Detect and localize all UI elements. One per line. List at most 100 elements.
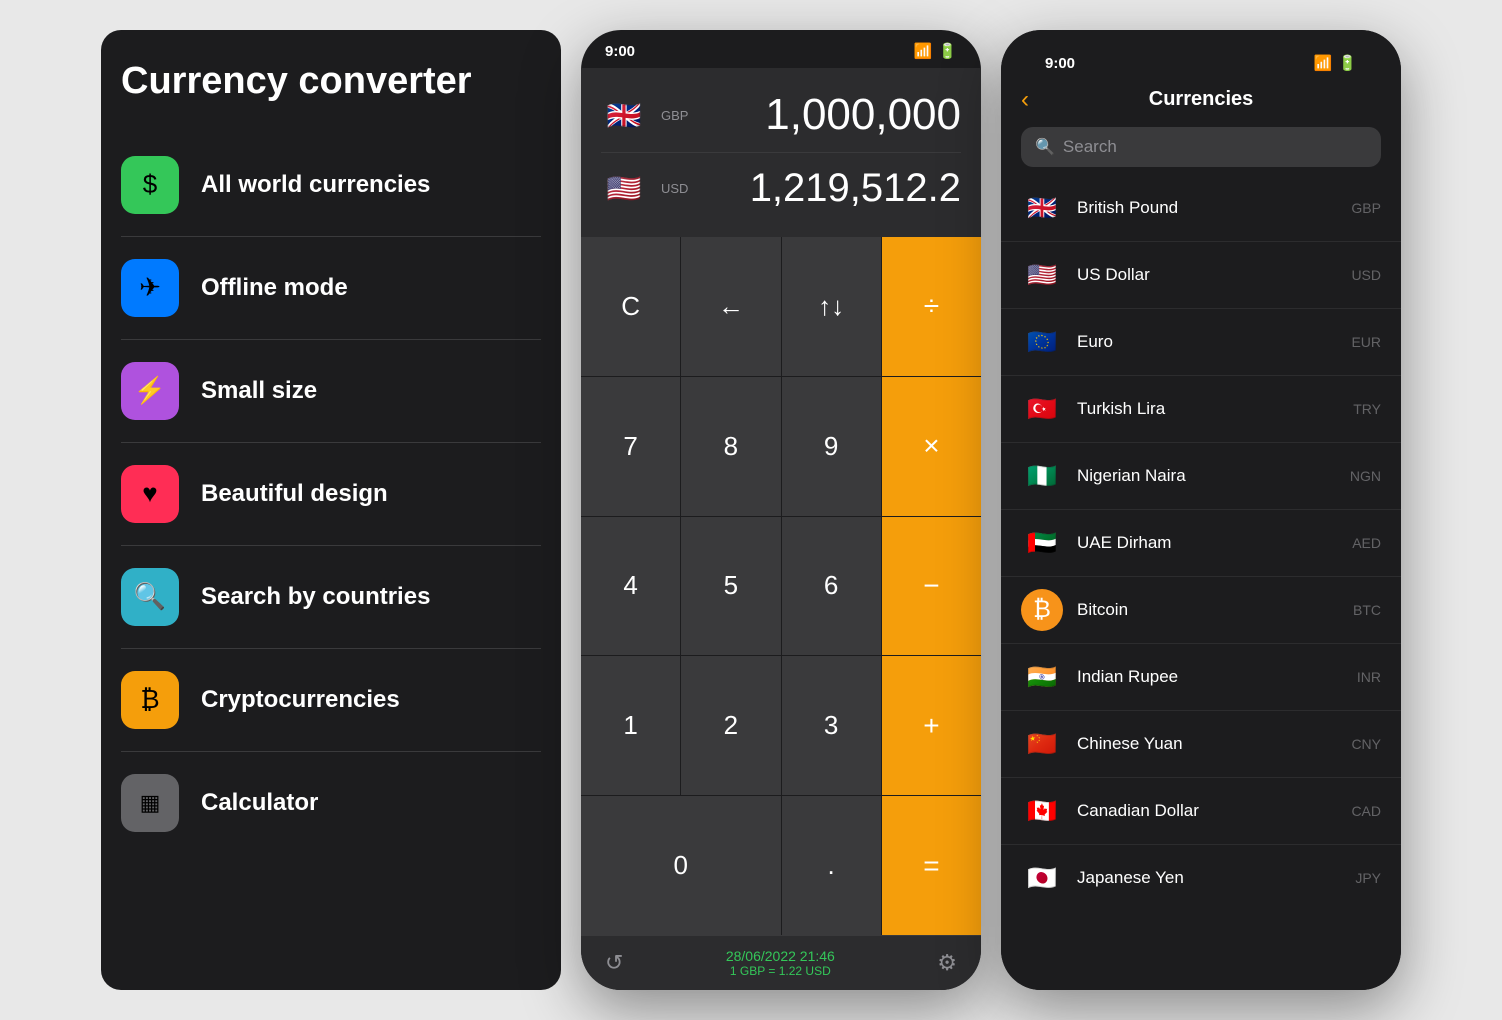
key-equals[interactable]: = bbox=[882, 796, 981, 935]
key-4[interactable]: 4 bbox=[581, 517, 680, 656]
currency-flag: 🇹🇷 bbox=[1021, 388, 1063, 430]
currency-list-item[interactable]: 🇦🇪 UAE Dirham AED bbox=[1001, 510, 1401, 577]
currencies-status-time: 9:00 bbox=[1045, 55, 1075, 72]
feature-icon-beautiful-design: ♥ bbox=[121, 465, 179, 523]
feature-icon-all-currencies: $ bbox=[121, 156, 179, 214]
currency-name: Canadian Dollar bbox=[1077, 801, 1337, 821]
currency-list-item[interactable]: 🇺🇸 US Dollar USD bbox=[1001, 242, 1401, 309]
calc-rate: 1 GBP = 1.22 USD bbox=[726, 964, 835, 978]
currency-flag: 🇮🇳 bbox=[1021, 656, 1063, 698]
key-clear[interactable]: C bbox=[581, 237, 680, 376]
currency-name: Turkish Lira bbox=[1077, 399, 1339, 419]
currency-code: AED bbox=[1352, 535, 1381, 551]
feature-label-all-currencies: All world currencies bbox=[201, 171, 430, 199]
currency-code: NGN bbox=[1350, 468, 1381, 484]
feature-item-crypto: ₿ Cryptocurrencies bbox=[121, 649, 541, 752]
currency-name: Nigerian Naira bbox=[1077, 466, 1336, 486]
key-multiply[interactable]: × bbox=[882, 377, 981, 516]
currencies-status-bar: 9:00 📶 🔋 bbox=[1021, 42, 1381, 80]
feature-item-offline-mode: ✈ Offline mode bbox=[121, 237, 541, 340]
from-amount: 1,000,000 bbox=[765, 90, 961, 140]
currency-code: CNY bbox=[1351, 736, 1381, 752]
key-0[interactable]: 0 bbox=[581, 796, 781, 935]
from-currency-row[interactable]: 🇬🇧 GBP 1,000,000 bbox=[601, 78, 961, 152]
key-backspace[interactable]: ← bbox=[681, 237, 780, 376]
key-add[interactable]: + bbox=[882, 656, 981, 795]
key-5[interactable]: 5 bbox=[681, 517, 780, 656]
settings-icon[interactable]: ⚙ bbox=[937, 950, 957, 976]
to-flag: 🇺🇸 bbox=[601, 165, 647, 211]
currency-name: Indian Rupee bbox=[1077, 667, 1343, 687]
currency-code: JPY bbox=[1355, 870, 1381, 886]
search-icon: 🔍 bbox=[1035, 137, 1055, 157]
to-currency-code: USD bbox=[661, 181, 688, 196]
key-9[interactable]: 9 bbox=[782, 377, 881, 516]
key-7[interactable]: 7 bbox=[581, 377, 680, 516]
currency-name: British Pound bbox=[1077, 198, 1337, 218]
currencies-title: Currencies bbox=[1149, 88, 1254, 111]
currency-code: CAD bbox=[1351, 803, 1381, 819]
feature-item-small-size: ⚡ Small size bbox=[121, 340, 541, 443]
rate-info: 28/06/2022 21:46 1 GBP = 1.22 USD bbox=[726, 948, 835, 978]
currency-flag: 🇺🇸 bbox=[1021, 254, 1063, 296]
feature-item-calculator: ▦ Calculator bbox=[121, 752, 541, 854]
currency-list: 🇬🇧 British Pound GBP 🇺🇸 US Dollar USD 🇪🇺… bbox=[1001, 175, 1401, 990]
refresh-icon[interactable]: ↺ bbox=[605, 950, 623, 976]
currency-code: INR bbox=[1357, 669, 1381, 685]
search-box[interactable]: 🔍 Search bbox=[1021, 127, 1381, 167]
currency-code: USD bbox=[1351, 267, 1381, 283]
key-1[interactable]: 1 bbox=[581, 656, 680, 795]
from-flag: 🇬🇧 bbox=[601, 92, 647, 138]
currencies-status-icons: 📶 🔋 bbox=[1314, 54, 1357, 72]
calc-bottom-bar: ↺ 28/06/2022 21:46 1 GBP = 1.22 USD ⚙ bbox=[581, 935, 981, 990]
feature-item-all-currencies: $ All world currencies bbox=[121, 134, 541, 237]
key-8[interactable]: 8 bbox=[681, 377, 780, 516]
status-time: 9:00 bbox=[605, 43, 635, 60]
from-currency-code: GBP bbox=[661, 108, 688, 123]
feature-icon-small-size: ⚡ bbox=[121, 362, 179, 420]
back-button[interactable]: ‹ bbox=[1021, 86, 1029, 114]
key-decimal[interactable]: . bbox=[782, 796, 881, 935]
key-subtract[interactable]: − bbox=[882, 517, 981, 656]
from-currency-info: GBP bbox=[661, 108, 688, 123]
currency-flag: 🇳🇬 bbox=[1021, 455, 1063, 497]
currency-list-item[interactable]: 🇳🇬 Nigerian Naira NGN bbox=[1001, 443, 1401, 510]
currency-list-item[interactable]: 🇹🇷 Turkish Lira TRY bbox=[1001, 376, 1401, 443]
feature-item-beautiful-design: ♥ Beautiful design bbox=[121, 443, 541, 546]
search-placeholder: Search bbox=[1063, 137, 1117, 157]
key-3[interactable]: 3 bbox=[782, 656, 881, 795]
currency-list-item[interactable]: 🇪🇺 Euro EUR bbox=[1001, 309, 1401, 376]
currency-list-item[interactable]: 🇨🇳 Chinese Yuan CNY bbox=[1001, 711, 1401, 778]
currency-flag: 🇨🇦 bbox=[1021, 790, 1063, 832]
key-swap[interactable]: ↑↓ bbox=[782, 237, 881, 376]
currencies-header: 9:00 📶 🔋 ‹ Currencies 🔍 Search bbox=[1001, 30, 1401, 175]
to-currency-row[interactable]: 🇺🇸 USD 1,219,512.2 bbox=[601, 152, 961, 223]
currency-list-item[interactable]: ₿ Bitcoin BTC bbox=[1001, 577, 1401, 644]
feature-label-offline-mode: Offline mode bbox=[201, 274, 348, 302]
key-2[interactable]: 2 bbox=[681, 656, 780, 795]
key-divide[interactable]: ÷ bbox=[882, 237, 981, 376]
app-title: Currency converter bbox=[121, 60, 541, 104]
currency-list-item[interactable]: 🇨🇦 Canadian Dollar CAD bbox=[1001, 778, 1401, 845]
currency-name: Bitcoin bbox=[1077, 600, 1339, 620]
feature-icon-search-countries: 🔍 bbox=[121, 568, 179, 626]
currency-flag: 🇬🇧 bbox=[1021, 187, 1063, 229]
feature-list: $ All world currencies ✈ Offline mode ⚡ … bbox=[121, 134, 541, 854]
currency-code: EUR bbox=[1351, 334, 1381, 350]
currency-flag: 🇨🇳 bbox=[1021, 723, 1063, 765]
wifi-icon: 📶 bbox=[914, 42, 933, 60]
currency-flag: 🇪🇺 bbox=[1021, 321, 1063, 363]
currency-list-item[interactable]: 🇯🇵 Japanese Yen JPY bbox=[1001, 845, 1401, 911]
currency-code: TRY bbox=[1353, 401, 1381, 417]
currency-code: GBP bbox=[1351, 200, 1381, 216]
feature-label-crypto: Cryptocurrencies bbox=[201, 686, 400, 714]
currencies-nav: ‹ Currencies bbox=[1021, 80, 1381, 127]
currency-code: BTC bbox=[1353, 602, 1381, 618]
currency-flag: ₿ bbox=[1021, 589, 1063, 631]
currency-list-item[interactable]: 🇮🇳 Indian Rupee INR bbox=[1001, 644, 1401, 711]
currency-flag: 🇦🇪 bbox=[1021, 522, 1063, 564]
feature-label-beautiful-design: Beautiful design bbox=[201, 480, 388, 508]
currency-list-item[interactable]: 🇬🇧 British Pound GBP bbox=[1001, 175, 1401, 242]
feature-icon-offline-mode: ✈ bbox=[121, 259, 179, 317]
key-6[interactable]: 6 bbox=[782, 517, 881, 656]
